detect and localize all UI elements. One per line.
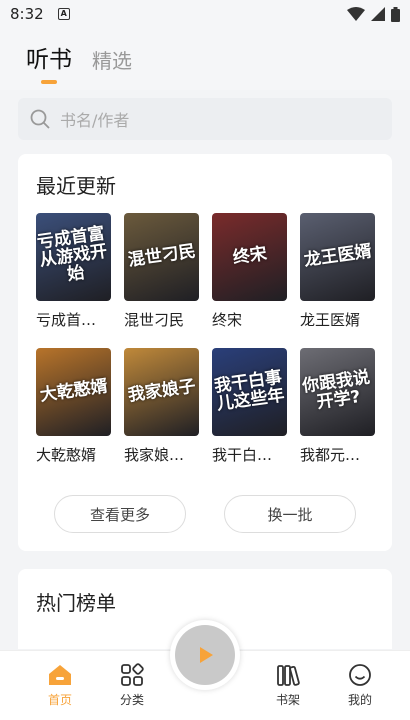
play-button-inner: [175, 625, 235, 685]
wifi-icon: [347, 7, 365, 21]
book-cover[interactable]: 终宋: [212, 213, 287, 301]
book-title[interactable]: 我家娘…: [124, 444, 199, 465]
tab-listen[interactable]: 听书: [26, 40, 72, 84]
profile-icon: [349, 664, 371, 686]
book-item[interactable]: 我家娘子我家娘…: [124, 348, 199, 465]
view-more-button[interactable]: 查看更多: [54, 495, 186, 533]
book-item[interactable]: 亏成首富从游戏开始亏成首…: [36, 213, 111, 330]
book-item[interactable]: 大乾憨婿 大乾憨婿: [36, 348, 111, 465]
book-cover-text: 我干白事儿这些年: [213, 367, 286, 415]
book-title[interactable]: 终宋: [212, 309, 287, 330]
nav-home[interactable]: 首页: [24, 663, 96, 708]
bookshelf-icon: [277, 665, 300, 686]
status-icons: [347, 6, 400, 22]
book-cover-text: 亏成首富从游戏开始: [36, 223, 109, 285]
book-title[interactable]: 我干白…: [212, 444, 287, 465]
notification-icon: A: [57, 8, 70, 20]
book-item[interactable]: 龙王医婿 龙王医婿: [300, 213, 375, 330]
book-item[interactable]: 你跟我说开学? 我都元…: [300, 348, 375, 465]
book-cover-text: 混世刁民: [126, 241, 197, 271]
recent-updates-title: 最近更新: [36, 174, 116, 198]
book-title[interactable]: 亏成首…: [36, 309, 111, 330]
home-icon: [49, 665, 71, 685]
recent-updates-card: 最近更新 亏成首富从游戏开始 亏成首… 混世刁民 混世刁民 终宋 终宋 龙王医婿 龙王医婿 大乾…: [18, 154, 392, 551]
card-actions: 查看更多 换一批: [36, 495, 374, 533]
book-cover[interactable]: 大乾憨婿: [36, 348, 111, 436]
book-title[interactable]: 混世刁民: [124, 309, 199, 330]
book-cover-text: 龙王医婿: [302, 241, 373, 271]
category-icon: [121, 663, 144, 686]
top-tabs: 听书 精选: [0, 28, 410, 90]
book-cover-text: 我家娘子: [126, 376, 197, 406]
hot-list-title: 热门榜单: [36, 591, 116, 615]
book-item[interactable]: 终宋 终宋: [212, 213, 287, 330]
nav-profile[interactable]: 我的: [324, 663, 396, 708]
signal-icon: [371, 7, 385, 21]
nav-category[interactable]: 分类: [96, 663, 168, 708]
book-cover[interactable]: 我干白事儿这些年: [212, 348, 287, 436]
tab-featured[interactable]: 精选: [92, 45, 132, 84]
book-item[interactable]: 我干白事儿这些年我干白…: [212, 348, 287, 465]
search-icon: [30, 109, 50, 129]
book-item[interactable]: 混世刁民 混世刁民: [124, 213, 199, 330]
book-cover[interactable]: 你跟我说开学?: [300, 348, 375, 436]
book-cover-text: 终宋: [231, 243, 268, 269]
status-time: 8:32: [10, 5, 44, 23]
refresh-button[interactable]: 换一批: [224, 495, 356, 533]
play-button[interactable]: [170, 620, 240, 690]
book-cover[interactable]: 亏成首富从游戏开始: [36, 213, 111, 301]
search-input[interactable]: 书名/作者: [18, 98, 392, 140]
book-cover[interactable]: 我家娘子: [124, 348, 199, 436]
status-bar: 8:32 A: [0, 0, 410, 28]
book-title[interactable]: 大乾憨婿: [36, 444, 111, 465]
search-placeholder: 书名/作者: [60, 111, 130, 130]
book-cover[interactable]: 混世刁民: [124, 213, 199, 301]
play-icon: [200, 647, 213, 663]
book-title[interactable]: 龙王医婿: [300, 309, 375, 330]
nav-bookshelf[interactable]: 书架: [252, 663, 324, 708]
battery-icon: [391, 6, 400, 22]
book-grid: 亏成首富从游戏开始 亏成首… 混世刁民 混世刁民 终宋 终宋 龙王医婿 龙王医婿 大乾憨婿 大乾憨…: [36, 213, 375, 465]
book-title[interactable]: 我都元…: [300, 444, 375, 465]
book-cover-text: 你跟我说开学?: [301, 367, 372, 413]
book-cover-text: 大乾憨婿: [38, 376, 109, 406]
book-cover[interactable]: 龙王医婿: [300, 213, 375, 301]
